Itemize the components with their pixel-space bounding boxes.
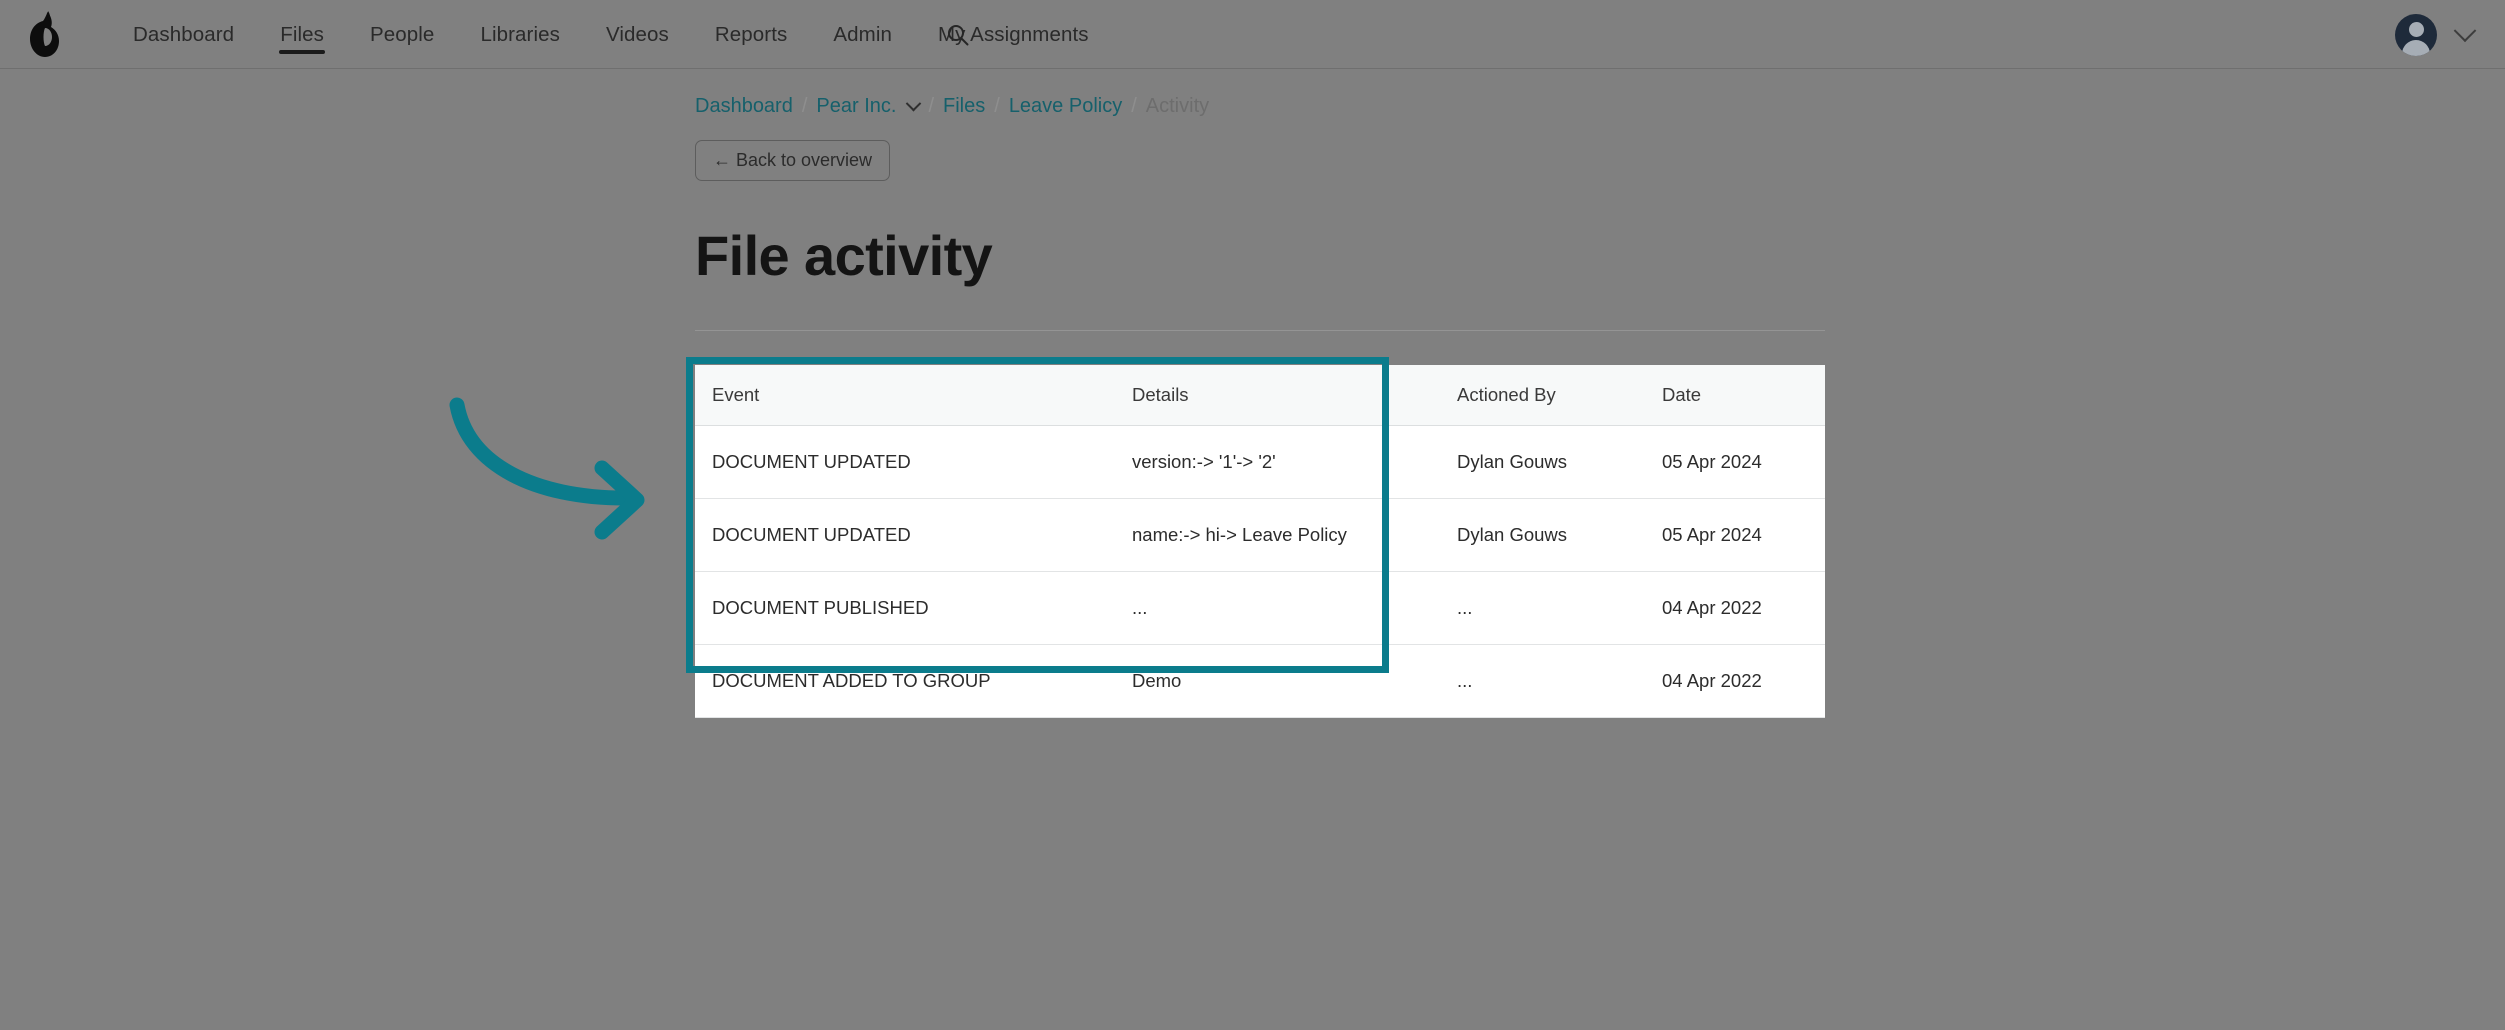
account-menu[interactable] [2395, 0, 2477, 69]
breadcrumb: Dashboard / Pear Inc. / Files / Leave Po… [695, 95, 1825, 118]
nav-item-label: Dashboard [133, 22, 235, 46]
nav-item-videos[interactable]: Videos [583, 0, 692, 69]
table-row[interactable]: DOCUMENT PUBLISHED ... ... 04 Apr 2022 [695, 571, 1825, 645]
breadcrumb-current: Activity [1145, 95, 1210, 117]
cell-date: 04 Apr 2022 [1645, 644, 1825, 718]
cell-date: 05 Apr 2024 [1645, 498, 1825, 572]
search-icon[interactable] [945, 22, 971, 48]
nav-item-label: Reports [714, 22, 788, 46]
cell-details: version:-> '1'-> '2' [1115, 425, 1440, 499]
nav-item-label: Files [280, 22, 324, 46]
file-activity-table: Event Details Actioned By Date DOCUMENT … [695, 365, 1825, 718]
breadcrumb-separator: / [1131, 95, 1137, 117]
pear-logo-icon[interactable] [22, 8, 68, 60]
nav-item-admin[interactable]: Admin [810, 0, 915, 69]
cell-event: DOCUMENT PUBLISHED [695, 571, 1115, 645]
breadcrumb-separator: / [801, 95, 808, 117]
curved-arrow-right-icon [449, 397, 645, 540]
table-row[interactable]: DOCUMENT UPDATED version:-> '1'-> '2' Dy… [695, 425, 1825, 499]
nav-item-reports[interactable]: Reports [692, 0, 810, 69]
breadcrumb-dashboard[interactable]: Dashboard [695, 95, 793, 118]
top-navbar: Dashboard Files People Libraries Videos … [0, 0, 2505, 69]
nav-item-label: Admin [833, 22, 892, 46]
divider [695, 330, 1825, 331]
avatar[interactable] [2395, 13, 2437, 56]
cell-date: 05 Apr 2024 [1645, 425, 1825, 499]
column-header-actioned-by[interactable]: Actioned By [1440, 365, 1645, 426]
breadcrumb-org[interactable]: Pear Inc. [816, 95, 896, 118]
nav-item-libraries[interactable]: Libraries [457, 0, 583, 69]
nav-item-label: Libraries [480, 22, 560, 46]
cell-actioned-by: Dylan Gouws [1440, 425, 1645, 499]
column-header-date[interactable]: Date [1645, 365, 1825, 426]
nav-item-label: Videos [605, 22, 669, 46]
breadcrumb-leave-policy[interactable]: Leave Policy [1009, 95, 1122, 118]
breadcrumb-separator: / [928, 95, 935, 117]
breadcrumb-files[interactable]: Files [943, 95, 985, 118]
chevron-down-icon[interactable] [2453, 18, 2477, 42]
main-content: Dashboard / Pear Inc. / Files / Leave Po… [695, 69, 1825, 331]
cell-event: DOCUMENT UPDATED [695, 425, 1115, 499]
cell-event: DOCUMENT ADDED TO GROUP [695, 644, 1115, 718]
back-to-overview-button[interactable]: ← Back to overview [695, 140, 891, 181]
nav-item-dashboard[interactable]: Dashboard [110, 0, 257, 69]
breadcrumb-separator: / [994, 95, 1000, 117]
page-title: File activity [695, 224, 993, 287]
table-header-row: Event Details Actioned By Date [695, 365, 1825, 426]
nav-item-people[interactable]: People [347, 0, 457, 69]
nav-item-label: People [370, 22, 435, 46]
cell-details: ... [1115, 571, 1440, 645]
table-row[interactable]: DOCUMENT UPDATED name:-> hi-> Leave Poli… [695, 498, 1825, 572]
chevron-down-icon[interactable] [906, 95, 922, 112]
cell-actioned-by: ... [1440, 644, 1645, 718]
cell-date: 04 Apr 2022 [1645, 571, 1825, 645]
table-row[interactable]: DOCUMENT ADDED TO GROUP Demo ... 04 Apr … [695, 644, 1825, 718]
cell-actioned-by: ... [1440, 571, 1645, 645]
column-header-event[interactable]: Event [695, 365, 1115, 426]
avatar-head [2408, 21, 2424, 37]
cell-details: Demo [1115, 644, 1440, 718]
cell-details: name:-> hi-> Leave Policy [1115, 498, 1440, 572]
cell-event: DOCUMENT UPDATED [695, 498, 1115, 572]
nav-item-files[interactable]: Files [257, 0, 347, 69]
avatar-body [2402, 39, 2430, 56]
cell-actioned-by: Dylan Gouws [1440, 498, 1645, 572]
column-header-details[interactable]: Details [1115, 365, 1440, 426]
